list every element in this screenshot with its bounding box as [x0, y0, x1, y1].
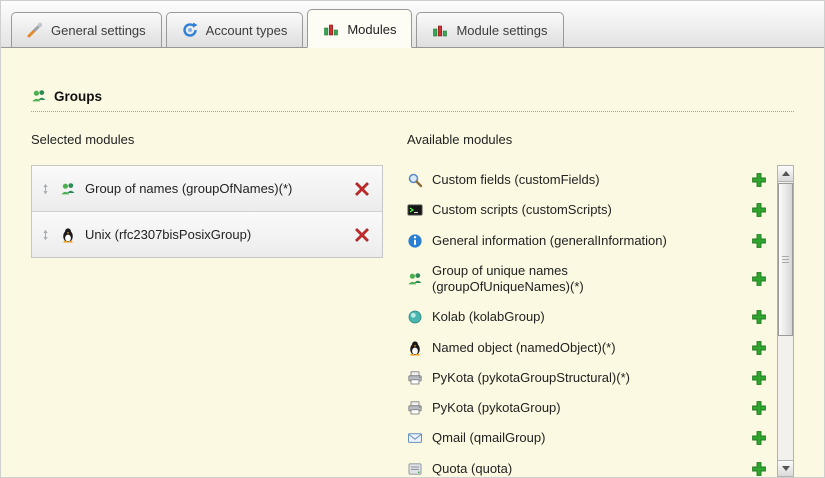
printer-icon	[407, 370, 423, 386]
available-module-label: Custom fields (customFields)	[432, 172, 600, 188]
scrollbar-thumb[interactable]	[778, 183, 793, 336]
tab-bar: General settings Account types Modules M…	[1, 1, 824, 48]
remove-module-button[interactable]	[354, 181, 370, 197]
group-icon	[31, 88, 47, 104]
tab-module-settings[interactable]: Module settings	[416, 12, 563, 47]
available-module-row: Kolab (kolabGroup)	[407, 302, 777, 332]
scrollbar[interactable]	[777, 165, 794, 477]
modules-icon	[323, 21, 339, 37]
scroll-up-button[interactable]	[778, 166, 793, 182]
tab-label: Modules	[347, 22, 396, 37]
arrow-up-icon	[782, 171, 790, 176]
tab-general-settings[interactable]: General settings	[11, 12, 162, 47]
add-module-button[interactable]	[751, 233, 767, 249]
tab-label: Account types	[206, 23, 288, 38]
available-modules-title: Available modules	[407, 132, 794, 147]
tools-icon	[27, 22, 43, 38]
remove-module-button[interactable]	[354, 227, 370, 243]
group-icon	[60, 181, 76, 197]
available-module-label: General information (generalInformation)	[432, 233, 667, 249]
available-modules-column: Available modules Custom fields (customF…	[407, 132, 794, 478]
selected-module-row: Group of names (groupOfNames)(*)	[32, 166, 382, 211]
selected-module-label: Group of names (groupOfNames)(*)	[85, 181, 354, 196]
gears-icon	[182, 22, 198, 38]
add-module-button[interactable]	[751, 340, 767, 356]
available-module-label: Qmail (qmailGroup)	[432, 430, 545, 446]
available-module-row: Named object (namedObject)(*)	[407, 333, 777, 363]
scroll-down-button[interactable]	[778, 460, 793, 476]
lam-configuration-page: General settings Account types Modules M…	[0, 0, 825, 478]
add-module-button[interactable]	[751, 271, 767, 287]
available-module-label: Quota (quota)	[432, 461, 512, 477]
add-module-button[interactable]	[751, 202, 767, 218]
tux-icon	[60, 227, 76, 243]
tab-account-types[interactable]: Account types	[166, 12, 304, 47]
available-module-row: Group of unique names (groupOfUniqueName…	[407, 256, 777, 303]
drag-handle-icon[interactable]	[40, 182, 51, 196]
info-icon	[407, 233, 423, 249]
available-module-row: Quota (quota)	[407, 454, 777, 478]
kolab-icon	[407, 309, 423, 325]
drag-handle-icon[interactable]	[40, 228, 51, 242]
add-module-button[interactable]	[751, 400, 767, 416]
module-columns: Selected modules Group of names (groupOf…	[31, 132, 794, 478]
magnifier-icon	[407, 172, 423, 188]
available-module-label: Group of unique names (groupOfUniqueName…	[432, 263, 704, 296]
available-module-row: Custom fields (customFields)	[407, 165, 777, 195]
tab-label: General settings	[51, 23, 146, 38]
selected-modules-box: Group of names (groupOfNames)(*) Unix (r…	[31, 165, 383, 258]
available-module-label: Kolab (kolabGroup)	[432, 309, 545, 325]
module-settings-icon	[432, 22, 448, 38]
selected-modules-column: Selected modules Group of names (groupOf…	[31, 132, 383, 478]
available-modules-list: Custom fields (customFields) Custom scri…	[407, 165, 777, 478]
selected-module-label: Unix (rfc2307bisPosixGroup)	[85, 227, 354, 242]
tab-label: Module settings	[456, 23, 547, 38]
group-icon	[407, 271, 423, 287]
selected-modules-title: Selected modules	[31, 132, 383, 147]
add-module-button[interactable]	[751, 430, 767, 446]
selected-module-row: Unix (rfc2307bisPosixGroup)	[32, 211, 382, 257]
available-module-row: PyKota (pykotaGroupStructural)(*)	[407, 363, 777, 393]
add-module-button[interactable]	[751, 461, 767, 477]
arrow-down-icon	[782, 466, 790, 471]
available-module-label: PyKota (pykotaGroupStructural)(*)	[432, 370, 630, 386]
section-header: Groups	[31, 88, 794, 112]
add-module-button[interactable]	[751, 172, 767, 188]
add-module-button[interactable]	[751, 370, 767, 386]
printer-icon	[407, 400, 423, 416]
tab-modules[interactable]: Modules	[307, 9, 412, 48]
available-module-row: General information (generalInformation)	[407, 226, 777, 256]
modules-tab-content: Groups Selected modules Group of names (…	[1, 88, 824, 478]
envelope-icon	[407, 430, 423, 446]
available-module-row: PyKota (pykotaGroup)	[407, 393, 777, 423]
available-module-row: Qmail (qmailGroup)	[407, 423, 777, 453]
available-module-row: Custom scripts (customScripts)	[407, 195, 777, 225]
available-module-label: PyKota (pykotaGroup)	[432, 400, 561, 416]
terminal-icon	[407, 202, 423, 218]
page-title: Groups	[54, 89, 102, 104]
tux-icon	[407, 340, 423, 356]
available-module-label: Named object (namedObject)(*)	[432, 340, 616, 356]
available-modules-body: Custom fields (customFields) Custom scri…	[407, 165, 794, 478]
add-module-button[interactable]	[751, 309, 767, 325]
disk-icon	[407, 461, 423, 477]
available-module-label: Custom scripts (customScripts)	[432, 202, 612, 218]
